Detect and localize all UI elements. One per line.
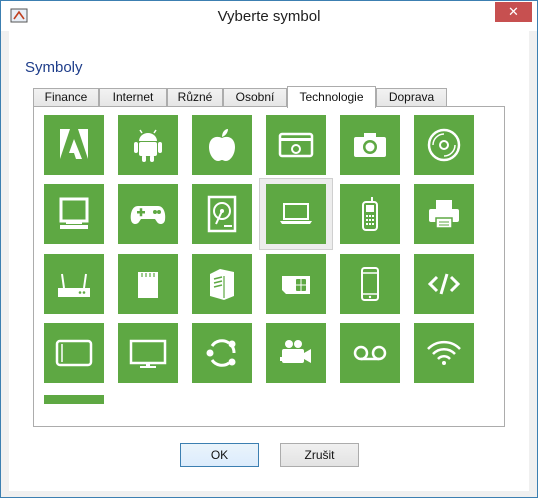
tab-technologie[interactable]: Technologie bbox=[287, 86, 376, 108]
title-bar: Vyberte symbol ✕ bbox=[1, 1, 537, 31]
dialog-window: Vyberte symbol ✕ Symboly Finance Interne… bbox=[0, 0, 538, 498]
symbol-tile[interactable] bbox=[414, 115, 474, 175]
wifi-icon bbox=[427, 340, 461, 365]
router-icon bbox=[58, 273, 90, 297]
card-reader-icon bbox=[278, 132, 314, 158]
symbol-tile[interactable] bbox=[340, 115, 400, 175]
mobile-phone-icon bbox=[362, 197, 378, 231]
tv-icon bbox=[129, 339, 167, 368]
symbol-tile[interactable] bbox=[414, 184, 474, 244]
video-camera-icon bbox=[280, 340, 311, 363]
symbol-tile[interactable] bbox=[266, 254, 326, 314]
ok-button[interactable]: OK bbox=[180, 443, 259, 467]
symbol-tile[interactable] bbox=[44, 184, 104, 244]
symbol-grid bbox=[33, 106, 505, 427]
smartphone-icon bbox=[361, 267, 379, 301]
symbol-tile[interactable] bbox=[414, 323, 474, 383]
tab-ruzne[interactable]: Různé bbox=[167, 88, 223, 107]
symbol-tile[interactable] bbox=[118, 184, 178, 244]
sd-card-icon bbox=[138, 272, 158, 298]
cancel-button[interactable]: Zrušit bbox=[280, 443, 359, 467]
close-button[interactable]: ✕ bbox=[495, 2, 532, 22]
symbol-tile[interactable] bbox=[118, 323, 178, 383]
symbol-tile[interactable] bbox=[266, 323, 326, 383]
symbol-tile-selected[interactable] bbox=[266, 184, 326, 244]
sim-card-icon bbox=[282, 276, 310, 294]
symbol-tile[interactable] bbox=[340, 184, 400, 244]
tab-finance[interactable]: Finance bbox=[33, 88, 99, 107]
close-icon: ✕ bbox=[508, 4, 519, 19]
server-icon bbox=[210, 269, 234, 300]
symbol-tile[interactable] bbox=[192, 323, 252, 383]
symbol-tile[interactable] bbox=[44, 254, 104, 314]
laptop-icon bbox=[280, 203, 312, 224]
symbol-tile[interactable] bbox=[44, 323, 104, 383]
symbol-tile-partial[interactable] bbox=[44, 395, 104, 404]
symbol-tile[interactable] bbox=[118, 115, 178, 175]
ubuntu-icon bbox=[206, 339, 236, 367]
symbol-tile[interactable] bbox=[44, 115, 104, 175]
cd-icon bbox=[427, 128, 461, 162]
code-icon bbox=[427, 273, 461, 295]
symbol-tile[interactable] bbox=[266, 115, 326, 175]
printer-icon bbox=[429, 200, 459, 229]
symbol-tile[interactable] bbox=[192, 115, 252, 175]
apple-icon bbox=[209, 129, 235, 161]
adobe-icon bbox=[60, 129, 88, 159]
camera-icon bbox=[354, 133, 386, 157]
tab-internet[interactable]: Internet bbox=[99, 88, 167, 107]
symbol-tile[interactable] bbox=[118, 254, 178, 314]
group-label: Symboly bbox=[25, 59, 83, 76]
symbol-tile[interactable] bbox=[414, 254, 474, 314]
gamepad-icon bbox=[130, 206, 166, 225]
tab-osobni[interactable]: Osobní bbox=[223, 88, 287, 107]
window-title: Vyberte symbol bbox=[217, 8, 321, 25]
voicemail-icon bbox=[353, 345, 387, 361]
symbol-tile[interactable] bbox=[192, 184, 252, 244]
android-icon bbox=[134, 129, 162, 162]
symbol-tile[interactable] bbox=[340, 254, 400, 314]
hard-drive-icon bbox=[207, 195, 237, 233]
symbol-tile[interactable] bbox=[192, 254, 252, 314]
tab-doprava[interactable]: Doprava bbox=[376, 88, 447, 107]
tablet-icon bbox=[55, 339, 93, 367]
monitor-icon bbox=[59, 197, 89, 229]
symbol-tile[interactable] bbox=[340, 323, 400, 383]
